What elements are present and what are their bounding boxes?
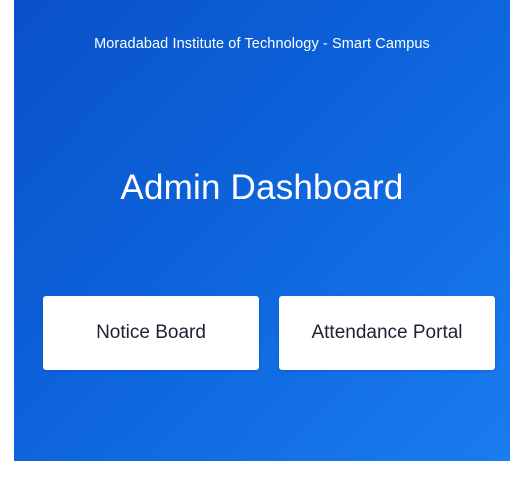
page-title: Admin Dashboard [120,168,404,207]
dashboard-panel: Moradabad Institute of Technology - Smar… [14,0,510,461]
page: Moradabad Institute of Technology - Smar… [0,0,511,479]
notice-board-button[interactable]: Notice Board [43,296,259,370]
attendance-portal-button[interactable]: Attendance Portal [279,296,495,370]
attendance-portal-label: Attendance Portal [311,322,463,343]
notice-board-label: Notice Board [96,322,206,343]
institute-title: Moradabad Institute of Technology - Smar… [94,36,430,52]
